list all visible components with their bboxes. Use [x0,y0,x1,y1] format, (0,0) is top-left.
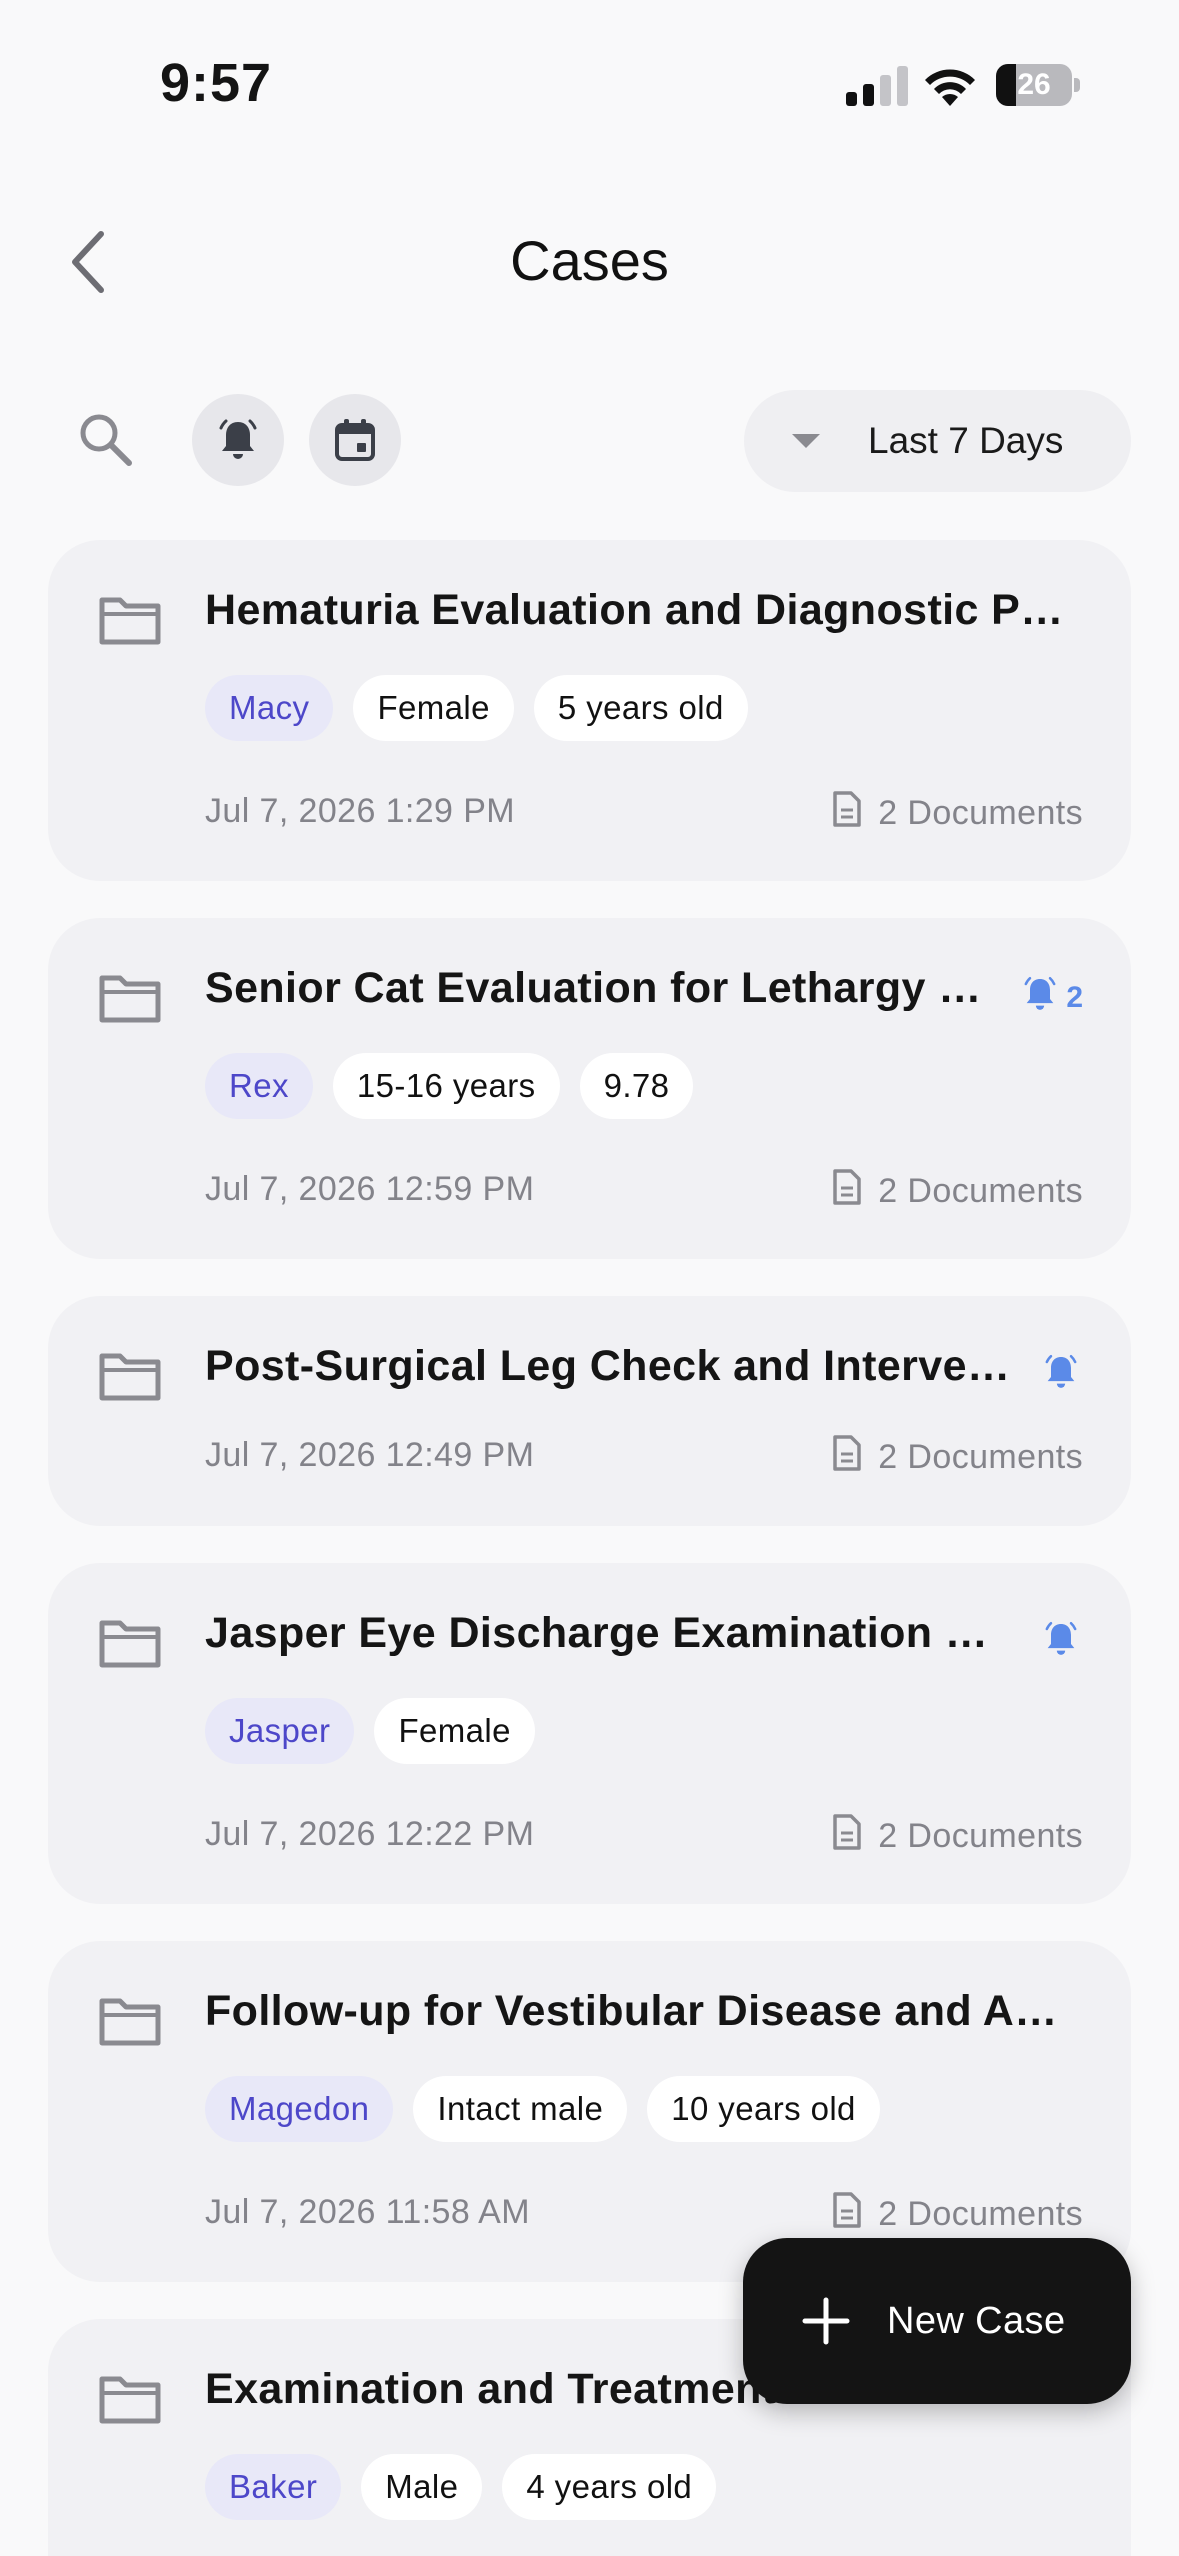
case-date: Jul 7, 2026 12:49 PM [205,1436,535,1474]
case-tag: Female [374,1698,535,1764]
pet-name-tag: Rex [205,1053,313,1119]
folder-icon [98,2373,162,2425]
document-icon [832,790,862,837]
case-documents: 2 Documents [832,790,1083,837]
case-tag: 9.78 [579,1053,694,1119]
documents-count: 2 Documents [878,1172,1083,1210]
folder-icon [98,1995,162,2047]
case-tags: Baker Male 4 years old [205,2454,717,2520]
case-list: Hematuria Evaluation and Diagnostic Plan… [0,0,1179,2556]
bell-ringing-icon [1041,1619,1081,1667]
bell-ringing-icon [1020,974,1060,1022]
case-card[interactable]: Hematuria Evaluation and Diagnostic Plan… [48,540,1131,881]
case-card[interactable]: Post-Surgical Leg Check and Intervention… [48,1296,1131,1526]
bell-ringing-icon [1041,1352,1081,1400]
case-card[interactable]: Jasper Eye Discharge Examination and Tre… [48,1563,1131,1904]
case-card[interactable]: Follow-up for Vestibular Disease and App… [48,1941,1131,2282]
case-alert: 2 [1020,976,1083,1020]
new-case-button[interactable]: New Case [743,2238,1131,2404]
folder-icon [98,1617,162,1669]
case-documents: 2 Documents [832,2191,1083,2238]
pet-name-tag: Magedon [205,2076,394,2142]
case-tag: 5 years old [533,675,748,741]
case-date: Jul 7, 2026 1:29 PM [205,792,516,830]
new-case-label: New Case [887,2300,1066,2342]
case-tag: Intact male [413,2076,628,2142]
folder-icon [98,972,162,1024]
case-tag: 15-16 years [332,1053,560,1119]
documents-count: 2 Documents [878,1817,1083,1855]
documents-count: 2 Documents [878,794,1083,832]
case-tags: Magedon Intact male 10 years old [205,2076,880,2142]
pet-name-tag: Jasper [205,1698,355,1764]
case-title: Senior Cat Evaluation for Lethargy and W… [205,964,986,1012]
documents-count: 2 Documents [878,1438,1083,1476]
document-icon [832,1434,862,1481]
pet-name-tag: Baker [205,2454,342,2520]
case-tag: 10 years old [647,2076,880,2142]
case-documents: 2 Documents [832,1813,1083,1860]
plus-icon [802,2297,850,2345]
case-date: Jul 7, 2026 11:58 AM [205,2193,530,2231]
folder-icon [98,1350,162,1402]
case-title: Jasper Eye Discharge Examination and Tre… [205,1609,1011,1657]
document-icon [832,1813,862,1860]
case-alert [1041,1354,1081,1398]
case-tag: Female [353,675,514,741]
case-documents: 2 Documents [832,1168,1083,1215]
pet-name-tag: Macy [205,675,334,741]
documents-count: 2 Documents [878,2195,1083,2233]
document-icon [832,1168,862,1215]
case-tag: Male [361,2454,483,2520]
alert-count: 2 [1066,981,1083,1014]
case-date: Jul 7, 2026 12:22 PM [205,1815,535,1853]
case-title: Follow-up for Vestibular Disease and App… [205,1987,1076,2035]
case-tags: Macy Female 5 years old [205,675,748,741]
case-date: Jul 7, 2026 12:59 PM [205,1170,535,1208]
case-tag: 4 years old [502,2454,717,2520]
document-icon [832,2191,862,2238]
case-title: Hematuria Evaluation and Diagnostic Plan [205,586,1071,634]
case-title: Post-Surgical Leg Check and Intervention [205,1342,1011,1390]
folder-icon [98,594,162,646]
case-documents: 2 Documents [832,1434,1083,1481]
case-card[interactable]: Senior Cat Evaluation for Lethargy and W… [48,918,1131,1259]
case-tags: Rex 15-16 years 9.78 [205,1053,694,1119]
case-tags: Jasper Female [205,1698,535,1764]
case-alert [1041,1621,1081,1665]
